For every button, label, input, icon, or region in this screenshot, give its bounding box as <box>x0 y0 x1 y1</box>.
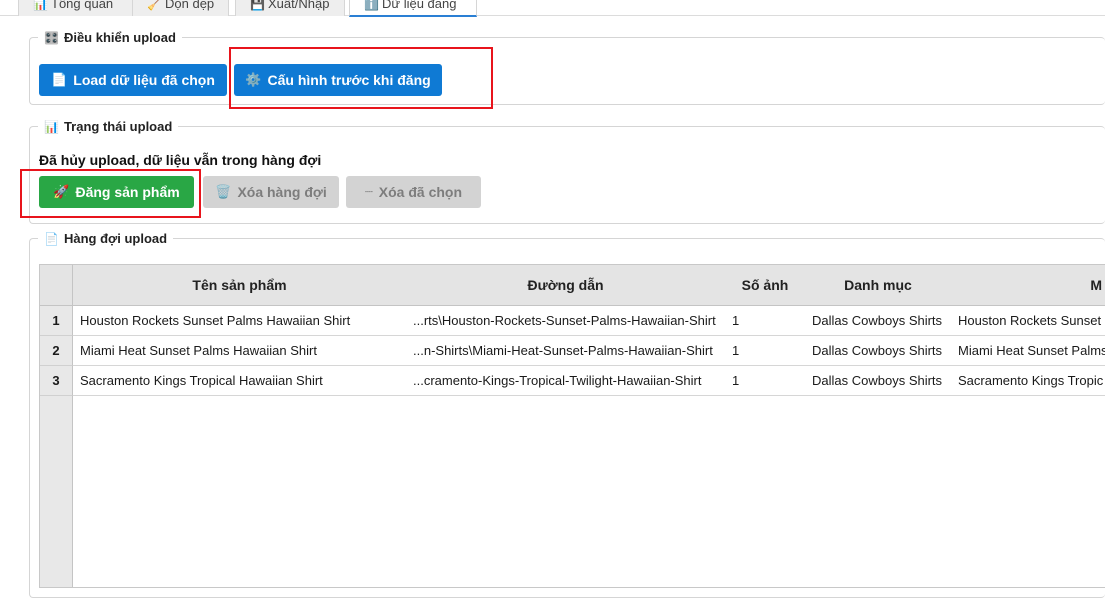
clear-queue-button[interactable]: 🗑️ Xóa hàng đợi <box>203 176 339 208</box>
tab-overview-label: Tổng quan <box>51 0 114 11</box>
table-cell-category[interactable]: Dallas Cowboys Shirts <box>805 366 952 396</box>
column-header-description[interactable]: M <box>951 265 1105 306</box>
control-panel-icon: 🎛️ <box>44 31 59 45</box>
column-header-product-name[interactable]: Tên sản phẩm <box>73 265 407 306</box>
tab-cleanup[interactable]: 🧹 Dọn dẹp <box>132 0 229 16</box>
load-selected-data-label: Load dữ liệu đã chọn <box>73 72 215 88</box>
document-icon: 📄 <box>51 72 68 87</box>
table-cell-path[interactable]: ...n-Shirts\Miami-Heat-Sunset-Palms-Hawa… <box>406 336 726 366</box>
tab-bar: 📊 Tổng quan 🧹 Dọn dẹp 💾 Xuất/Nhập ℹ️ Dữ liệu… <box>0 0 1105 17</box>
table-cell-images[interactable]: 1 <box>725 336 806 366</box>
chart-icon: 📊 <box>33 0 48 11</box>
table-cell-description[interactable]: Miami Heat Sunset Palms <box>951 336 1105 366</box>
dashes-icon: ┈ <box>364 184 373 199</box>
table-cell-images[interactable]: 1 <box>725 366 806 396</box>
table-corner[interactable] <box>40 265 73 306</box>
upload-controls-legend: 🎛️ Điều khiển upload <box>38 29 182 47</box>
load-selected-data-button[interactable]: 📄 Load dữ liệu đã chọn <box>39 64 227 96</box>
configure-before-post-label: Cấu hình trước khi đăng <box>267 72 431 88</box>
tab-cleanup-label: Dọn dẹp <box>165 0 215 11</box>
post-products-label: Đăng sản phẩm <box>75 184 180 200</box>
trash-icon: 🗑️ <box>215 184 232 199</box>
table-cell-description[interactable]: Sacramento Kings Tropic <box>951 366 1105 396</box>
tab-overview[interactable]: 📊 Tổng quan <box>18 0 136 16</box>
upload-status-group: 📊 Trạng thái upload <box>29 118 1105 224</box>
tab-upload-data[interactable]: ℹ️ Dữ liệu đăng <box>349 0 477 17</box>
column-header-image-count[interactable]: Số ảnh <box>725 265 806 306</box>
table-cell-name[interactable]: Houston Rockets Sunset Palms Hawaiian Sh… <box>73 306 407 336</box>
table-cell-category[interactable]: Dallas Cowboys Shirts <box>805 306 952 336</box>
table-cell-images[interactable]: 1 <box>725 306 806 336</box>
table-cell-path[interactable]: ...cramento-Kings-Tropical-Twilight-Hawa… <box>406 366 726 396</box>
rocket-icon: 🚀 <box>53 184 70 199</box>
upload-controls-title: Điều khiển upload <box>63 30 176 45</box>
clear-queue-label: Xóa hàng đợi <box>237 184 327 200</box>
upload-status-legend: 📊 Trạng thái upload <box>38 118 179 136</box>
info-icon: ℹ️ <box>364 0 379 11</box>
tab-import-export-label: Xuất/Nhập <box>268 0 330 11</box>
upload-status-title: Trạng thái upload <box>63 119 173 134</box>
row-header[interactable]: 1 <box>40 306 73 336</box>
column-header-category[interactable]: Danh mục <box>805 265 952 306</box>
row-header[interactable]: 2 <box>40 336 73 366</box>
table-cell-category[interactable]: Dallas Cowboys Shirts <box>805 336 952 366</box>
tab-upload-data-label: Dữ liệu đăng <box>382 0 457 11</box>
table-cell-name[interactable]: Sacramento Kings Tropical Hawaiian Shirt <box>73 366 407 396</box>
table-empty-area[interactable] <box>73 396 1105 587</box>
table-cell-description[interactable]: Houston Rockets Sunset <box>951 306 1105 336</box>
table-cell-path[interactable]: ...rts\Houston-Rockets-Sunset-Palms-Hawa… <box>406 306 726 336</box>
post-products-button[interactable]: 🚀 Đăng sản phẩm <box>39 176 194 208</box>
table-cell-name[interactable]: Miami Heat Sunset Palms Hawaiian Shirt <box>73 336 407 366</box>
row-header[interactable]: 3 <box>40 366 73 396</box>
bar-chart-icon: 📊 <box>44 120 59 134</box>
gear-icon: ⚙️ <box>245 72 262 87</box>
row-header-filler <box>40 396 73 587</box>
list-icon: 📄 <box>44 232 59 246</box>
import-export-icon: 💾 <box>250 0 265 11</box>
broom-icon: 🧹 <box>147 0 162 11</box>
upload-queue-table[interactable]: Tên sản phẩm Đường dẫn Số ảnh Danh mục M… <box>39 264 1105 588</box>
clear-selected-button[interactable]: ┈ Xóa đã chọn <box>346 176 481 208</box>
configure-before-post-button[interactable]: ⚙️ Cấu hình trước khi đăng <box>234 64 442 96</box>
column-header-path[interactable]: Đường dẫn <box>406 265 726 306</box>
upload-queue-legend: 📄 Hàng đợi upload <box>38 230 174 248</box>
tab-import-export[interactable]: 💾 Xuất/Nhập <box>235 0 345 16</box>
upload-status-message: Đã hủy upload, dữ liệu vẫn trong hàng đợ… <box>39 152 322 168</box>
upload-queue-title: Hàng đợi upload <box>63 231 168 246</box>
clear-selected-label: Xóa đã chọn <box>378 184 463 200</box>
